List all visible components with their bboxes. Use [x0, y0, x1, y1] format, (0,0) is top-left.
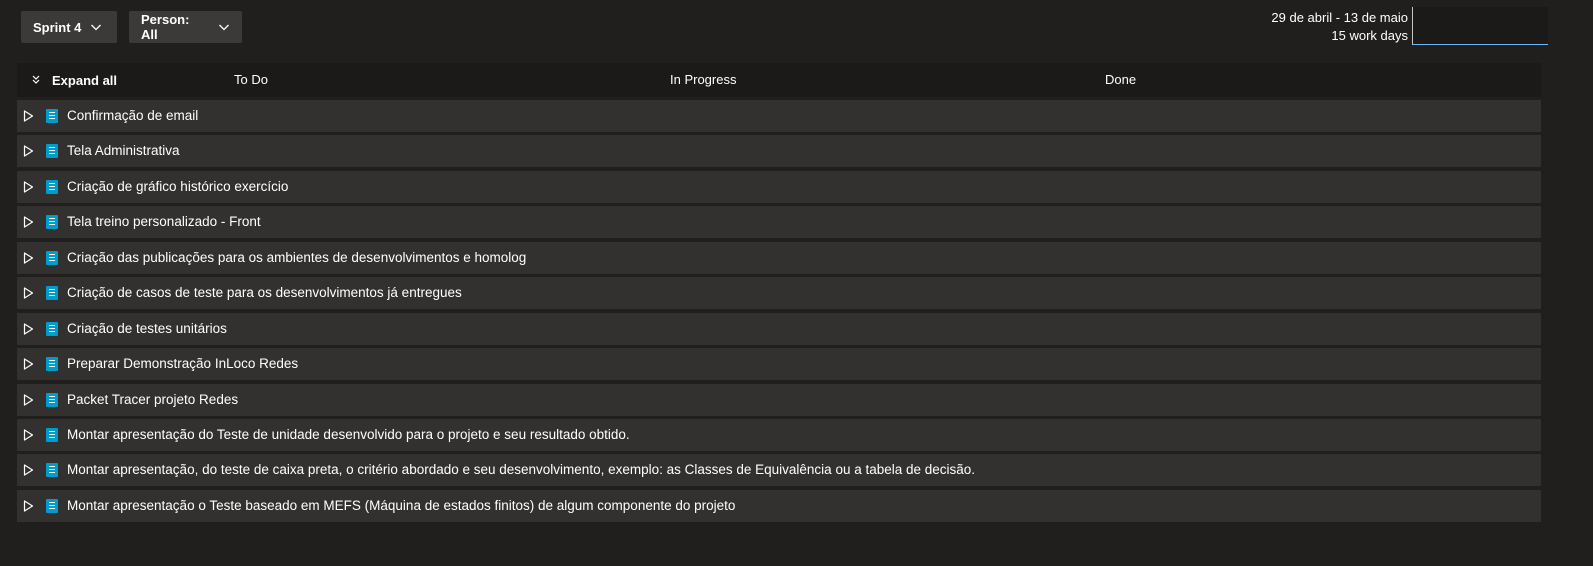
chevron-down-icon: [91, 24, 102, 31]
user-story-icon: [46, 286, 58, 301]
user-story-icon: [46, 321, 58, 336]
triangle-right-icon[interactable]: [23, 110, 34, 122]
work-item-title[interactable]: Confirmação de email: [67, 100, 198, 132]
capacity-chart[interactable]: [1412, 7, 1548, 45]
work-item-row[interactable]: Montar apresentação do Teste de unidade …: [17, 418, 1541, 451]
work-item-row[interactable]: Criação de testes unitários: [17, 312, 1541, 345]
user-story-icon: [46, 498, 58, 513]
person-filter-dropdown[interactable]: Person: All: [129, 11, 242, 43]
work-item-title[interactable]: Criação de gráfico histórico exercício: [67, 171, 288, 203]
work-item-title[interactable]: Tela treino personalizado - Front: [67, 206, 261, 238]
work-item-title[interactable]: Criação de casos de teste para os desenv…: [67, 277, 462, 309]
work-item-row[interactable]: Criação de casos de teste para os desenv…: [17, 277, 1541, 310]
triangle-right-icon[interactable]: [23, 287, 34, 299]
triangle-right-icon[interactable]: [23, 145, 34, 158]
expand-all-label: Expand all: [52, 72, 118, 88]
work-item-row[interactable]: Montar apresentação, do teste de caixa p…: [17, 454, 1541, 487]
user-story-icon: [46, 463, 58, 478]
triangle-right-icon[interactable]: [23, 323, 34, 335]
triangle-right-icon[interactable]: [23, 429, 34, 441]
triangle-right-icon[interactable]: [23, 181, 34, 193]
triangle-right-icon[interactable]: [23, 500, 34, 512]
sprint-dropdown-label: Sprint 4: [33, 19, 82, 35]
user-story-icon: [46, 427, 58, 442]
triangle-right-icon[interactable]: [23, 358, 34, 370]
triangle-right-icon[interactable]: [23, 252, 34, 264]
expand-all-button[interactable]: Expand all: [30, 63, 117, 97]
sprint-work-days: 15 work days: [1331, 28, 1408, 43]
work-item-row[interactable]: Confirmação de email: [17, 100, 1541, 132]
work-item-row[interactable]: Packet Tracer projeto Redes: [17, 383, 1541, 416]
user-story-icon: [46, 109, 58, 123]
work-item-title[interactable]: Montar apresentação, do teste de caixa p…: [67, 454, 975, 486]
work-item-row[interactable]: Criação de gráfico histórico exercício: [17, 170, 1541, 203]
user-story-icon: [46, 392, 58, 407]
chevron-down-icon: [219, 24, 229, 31]
work-item-title[interactable]: Criação das publicações para os ambiente…: [67, 242, 526, 274]
user-story-icon: [46, 357, 58, 372]
column-header-in-progress: In Progress: [670, 72, 737, 87]
sprint-dropdown[interactable]: Sprint 4: [21, 11, 117, 43]
double-chevron-down-icon: [32, 75, 40, 84]
work-item-row[interactable]: Criação das publicações para os ambiente…: [17, 241, 1541, 274]
column-header-done: Done: [1105, 72, 1137, 87]
work-item-row[interactable]: Tela Administrativa: [17, 135, 1541, 168]
work-item-title[interactable]: Tela Administrativa: [67, 135, 180, 167]
triangle-right-icon[interactable]: [23, 464, 34, 476]
work-item-title[interactable]: Criação de testes unitários: [67, 313, 227, 345]
toolbar: Sprint 4 Person: All 29 de abril - 13 de…: [0, 0, 1593, 52]
column-header-todo: To Do: [234, 72, 268, 87]
triangle-right-icon[interactable]: [23, 216, 34, 228]
sprint-date-range: 29 de abril - 13 de maio: [1271, 10, 1408, 25]
sprint-info: 29 de abril - 13 de maio 15 work days: [1271, 9, 1408, 45]
user-story-icon: [46, 215, 58, 230]
work-item-list: Confirmação de email Tela Administrativa C…: [17, 100, 1541, 525]
work-item-title[interactable]: Montar apresentação o Teste baseado em M…: [67, 490, 735, 522]
user-story-icon: [46, 144, 58, 159]
work-item-title[interactable]: Montar apresentação do Teste de unidade …: [67, 419, 630, 451]
work-item-row[interactable]: Preparar Demonstração InLoco Redes: [17, 348, 1541, 381]
work-item-title[interactable]: Packet Tracer projeto Redes: [67, 384, 238, 416]
work-item-row[interactable]: Tela treino personalizado - Front: [17, 206, 1541, 239]
triangle-right-icon[interactable]: [23, 393, 34, 406]
user-story-icon: [46, 179, 58, 194]
user-story-icon: [46, 250, 58, 265]
work-item-title[interactable]: Preparar Demonstração InLoco Redes: [67, 348, 298, 380]
work-item-row[interactable]: Montar apresentação o Teste baseado em M…: [17, 489, 1541, 522]
board-header: Expand all To Do In Progress Done: [17, 63, 1541, 97]
person-filter-label: Person: All: [141, 12, 190, 42]
